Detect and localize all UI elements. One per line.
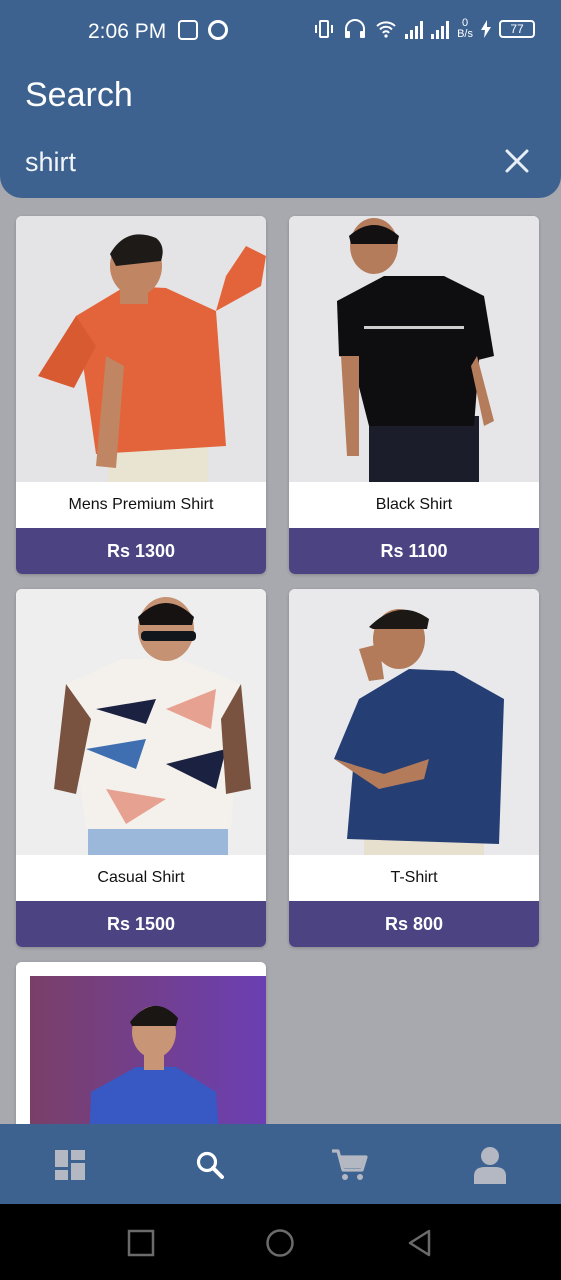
nav-cart[interactable] <box>327 1142 373 1188</box>
bottom-nav <box>0 1124 561 1204</box>
search-icon <box>196 1151 224 1179</box>
page-title: Search <box>25 76 133 114</box>
product-price: Rs 1500 <box>16 901 266 947</box>
product-price: Rs 800 <box>289 901 539 947</box>
nav-search[interactable] <box>187 1142 233 1188</box>
product-grid: Mens Premium Shirt Rs 1300 Black Shirt R… <box>0 198 561 1124</box>
product-card-mens-premium-shirt[interactable]: Mens Premium Shirt Rs 1300 <box>16 216 266 574</box>
product-card-casual-shirt[interactable]: Casual Shirt Rs 1500 <box>16 589 266 947</box>
net-speed: 0 B/s <box>457 17 473 40</box>
nav-profile[interactable] <box>467 1142 513 1188</box>
product-name: Black Shirt <box>289 482 539 528</box>
home-icon[interactable] <box>265 1228 295 1258</box>
product-image <box>16 962 266 1124</box>
headphones-icon <box>345 19 366 38</box>
nav-dashboard[interactable] <box>47 1142 93 1188</box>
notification-icon <box>178 20 198 40</box>
signal-icon-1 <box>405 19 424 39</box>
close-icon[interactable] <box>500 144 534 178</box>
signal-icon-2 <box>431 19 450 39</box>
dashboard-icon <box>55 1150 85 1180</box>
product-image <box>16 589 266 855</box>
cart-icon <box>332 1149 368 1180</box>
battery-icon: 77 <box>499 20 535 38</box>
product-image <box>289 589 539 855</box>
product-card-black-shirt[interactable]: Black Shirt Rs 1100 <box>289 216 539 574</box>
sync-icon <box>208 20 228 40</box>
product-price: Rs 1300 <box>16 528 266 574</box>
product-name: Mens Premium Shirt <box>16 482 266 528</box>
app-header: 2:06 PM 0 B/s 77 Search <box>0 0 561 198</box>
product-name: T-Shirt <box>289 855 539 901</box>
wifi-icon <box>376 21 396 38</box>
back-icon[interactable] <box>405 1228 435 1258</box>
search-input[interactable] <box>25 142 485 182</box>
vibrate-icon <box>315 20 334 38</box>
product-card-5[interactable] <box>16 962 266 1124</box>
product-image <box>16 216 266 482</box>
profile-icon <box>474 1147 506 1184</box>
recent-apps-icon[interactable] <box>126 1228 156 1258</box>
charging-icon <box>481 20 491 38</box>
product-price: Rs 1100 <box>289 528 539 574</box>
system-nav-bar <box>0 1204 561 1280</box>
product-card-t-shirt[interactable]: T-Shirt Rs 800 <box>289 589 539 947</box>
status-time: 2:06 PM <box>88 20 167 43</box>
product-name: Casual Shirt <box>16 855 266 901</box>
product-image <box>289 216 539 482</box>
status-bar: 2:06 PM 0 B/s 77 <box>0 0 561 62</box>
